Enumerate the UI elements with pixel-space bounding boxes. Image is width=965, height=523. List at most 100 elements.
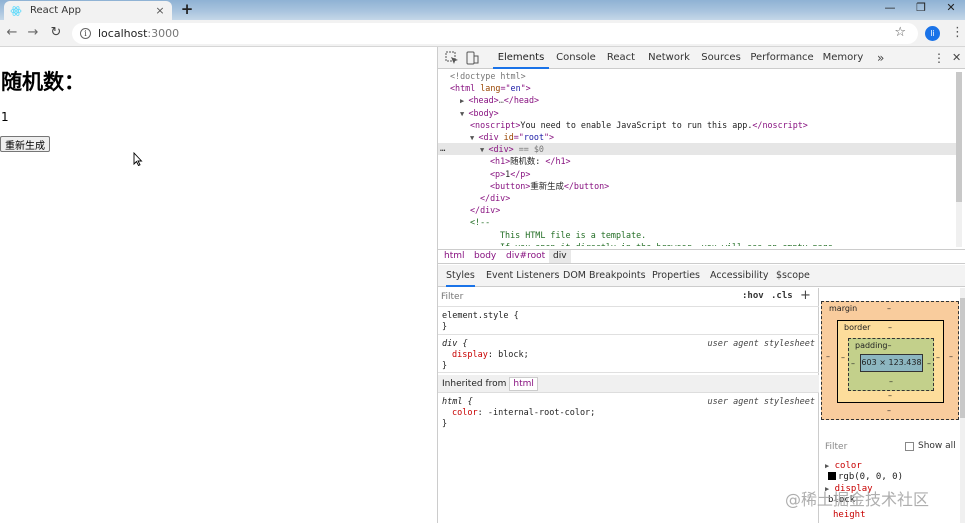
dom-node[interactable]: <html lang="en"> bbox=[438, 82, 531, 94]
box-model-margin[interactable]: margin – – – – border – – – – padding– –… bbox=[821, 301, 959, 420]
dom-node[interactable]: This HTML file is a template. bbox=[438, 229, 646, 241]
dom-node[interactable]: <h1>随机数: </h1> bbox=[438, 155, 571, 167]
margin-bottom-value[interactable]: – bbox=[887, 406, 891, 415]
dom-scrollbar-thumb[interactable] bbox=[956, 72, 962, 202]
address-bar[interactable]: i localhost:3000 ☆ bbox=[72, 23, 918, 44]
dom-node-selected[interactable]: … ▼ <div> == $0 bbox=[438, 143, 962, 156]
node-actions-icon[interactable]: … bbox=[440, 143, 445, 155]
dom-node[interactable]: ▼ <body> bbox=[438, 107, 499, 119]
display-value[interactable]: : block; bbox=[488, 350, 529, 360]
tab-sources[interactable]: Sources bbox=[700, 47, 742, 69]
margin-left-value[interactable]: – bbox=[826, 352, 830, 361]
styles-filter-input[interactable] bbox=[441, 290, 734, 304]
inspect-element-icon[interactable] bbox=[445, 51, 459, 65]
tab-network[interactable]: Network bbox=[646, 47, 692, 69]
box-model-content[interactable]: 603 × 123.438 bbox=[860, 354, 923, 372]
padding-label: padding– bbox=[855, 341, 892, 350]
forward-icon[interactable]: → bbox=[25, 25, 41, 41]
display-property[interactable]: display bbox=[452, 350, 488, 360]
hover-state-toggle[interactable]: :hov bbox=[742, 291, 764, 301]
html-rule-source[interactable]: user agent stylesheet bbox=[708, 397, 815, 407]
computed-filter-input[interactable]: Filter bbox=[825, 442, 847, 452]
dom-node[interactable]: <button>重新生成</button> bbox=[438, 180, 609, 192]
dom-node[interactable]: <!-- bbox=[438, 216, 490, 228]
computed-color-name[interactable]: color bbox=[835, 461, 862, 471]
tab-performance[interactable]: Performance bbox=[750, 47, 814, 69]
element-style-rule[interactable]: element.style { } bbox=[438, 309, 819, 335]
device-toolbar-icon[interactable] bbox=[465, 51, 479, 65]
profile-avatar[interactable]: li bbox=[925, 26, 940, 41]
div-rule-source[interactable]: user agent stylesheet bbox=[708, 339, 815, 349]
dom-scrollbar[interactable] bbox=[956, 72, 962, 247]
devtools-menu-icon[interactable]: ⋮ bbox=[933, 47, 945, 69]
box-model-scrollbar-thumb[interactable] bbox=[960, 298, 965, 418]
breadcrumb-div-root[interactable]: div#root bbox=[506, 250, 545, 263]
new-tab-button[interactable]: + bbox=[178, 2, 196, 18]
box-model-scrollbar[interactable] bbox=[960, 288, 965, 523]
tab-dom-breakpoints[interactable]: DOM Breakpoints bbox=[563, 265, 646, 287]
dom-node[interactable]: <!doctype html> bbox=[438, 70, 526, 82]
class-toggle[interactable]: .cls bbox=[771, 291, 793, 301]
dom-node[interactable]: </div> bbox=[438, 204, 500, 216]
color-swatch[interactable] bbox=[828, 472, 836, 480]
dom-node[interactable]: <p>1</p> bbox=[438, 168, 530, 180]
padding-left-value[interactable]: – bbox=[851, 359, 855, 368]
padding-right-value[interactable]: – bbox=[927, 359, 931, 368]
tab-close-icon[interactable]: × bbox=[154, 4, 166, 17]
breadcrumb: html body div#root div bbox=[438, 249, 965, 264]
bookmark-star-icon[interactable]: ☆ bbox=[894, 25, 906, 40]
dom-node[interactable]: <noscript>You need to enable JavaScript … bbox=[438, 119, 808, 131]
tab-properties[interactable]: Properties bbox=[652, 265, 700, 287]
border-bottom-value[interactable]: – bbox=[888, 391, 892, 400]
breadcrumb-body[interactable]: body bbox=[474, 250, 496, 263]
border-right-value[interactable]: – bbox=[936, 353, 940, 362]
dom-node[interactable]: </div> bbox=[438, 192, 510, 204]
devtools-close-icon[interactable]: ✕ bbox=[952, 47, 961, 69]
new-rule-icon[interactable]: + bbox=[800, 288, 811, 303]
padding-bottom-value[interactable]: – bbox=[889, 377, 893, 386]
dom-token: You need to enable JavaScript to run thi… bbox=[520, 119, 753, 130]
div-rule[interactable]: div { user agent stylesheet display: blo… bbox=[438, 337, 819, 373]
minimize-icon[interactable]: — bbox=[875, 0, 905, 17]
tab-title: React App bbox=[30, 5, 81, 16]
box-model-border[interactable]: border – – – – padding– – – – 603 × 123.… bbox=[837, 320, 944, 403]
show-all-toggle[interactable]: Show all bbox=[905, 441, 956, 451]
breadcrumb-html[interactable]: html bbox=[444, 250, 465, 263]
color-value[interactable]: : -internal-root-color; bbox=[478, 408, 596, 418]
more-tabs-icon[interactable]: » bbox=[877, 47, 884, 69]
dom-tree[interactable]: <!doctype html> <html lang="en"> ▶ <head>…… bbox=[438, 70, 962, 246]
box-model-padding[interactable]: padding– – – – 603 × 123.438 bbox=[848, 338, 934, 391]
dom-token: <button> bbox=[490, 180, 531, 191]
restore-icon[interactable]: ❐ bbox=[906, 0, 936, 17]
info-icon[interactable]: i bbox=[80, 28, 91, 39]
window-close-icon[interactable]: ✕ bbox=[936, 0, 965, 17]
browser-tab[interactable]: React App × bbox=[4, 1, 172, 20]
border-left-value[interactable]: – bbox=[841, 353, 845, 362]
tab-accessibility[interactable]: Accessibility bbox=[710, 265, 768, 287]
dom-node[interactable]: ▶ <head>…</head> bbox=[438, 94, 539, 106]
tab-console[interactable]: Console bbox=[554, 47, 598, 69]
tab-elements[interactable]: Elements bbox=[493, 47, 549, 69]
margin-right-value[interactable]: – bbox=[949, 352, 953, 361]
computed-height-name[interactable]: height bbox=[825, 510, 866, 520]
dom-node[interactable]: If you open it directly in the browser, … bbox=[438, 241, 838, 246]
back-icon[interactable]: ← bbox=[4, 25, 20, 41]
tab-scope[interactable]: $scope bbox=[776, 265, 810, 287]
tab-event-listeners[interactable]: Event Listeners bbox=[486, 265, 559, 287]
browser-menu-icon[interactable]: ⋮ bbox=[951, 24, 964, 42]
tab-memory[interactable]: Memory bbox=[822, 47, 864, 69]
expand-triangle-icon[interactable]: ▶ bbox=[825, 462, 829, 470]
border-top-value[interactable]: – bbox=[888, 323, 892, 332]
url-port: :3000 bbox=[147, 27, 180, 40]
html-rule[interactable]: html { user agent stylesheet color: -int… bbox=[438, 395, 819, 431]
dom-node[interactable]: ▼ <div id="root"> bbox=[438, 131, 554, 143]
tab-styles[interactable]: Styles bbox=[446, 265, 475, 287]
reload-icon[interactable]: ↻ bbox=[48, 25, 64, 41]
inherited-tag[interactable]: html bbox=[509, 377, 538, 391]
breadcrumb-div[interactable]: div bbox=[549, 250, 571, 263]
margin-top-value[interactable]: – bbox=[887, 304, 891, 313]
color-property[interactable]: color bbox=[452, 408, 478, 418]
show-all-checkbox[interactable] bbox=[905, 441, 914, 451]
regenerate-button[interactable]: 重新生成 bbox=[0, 136, 50, 152]
tab-react[interactable]: React bbox=[602, 47, 640, 69]
